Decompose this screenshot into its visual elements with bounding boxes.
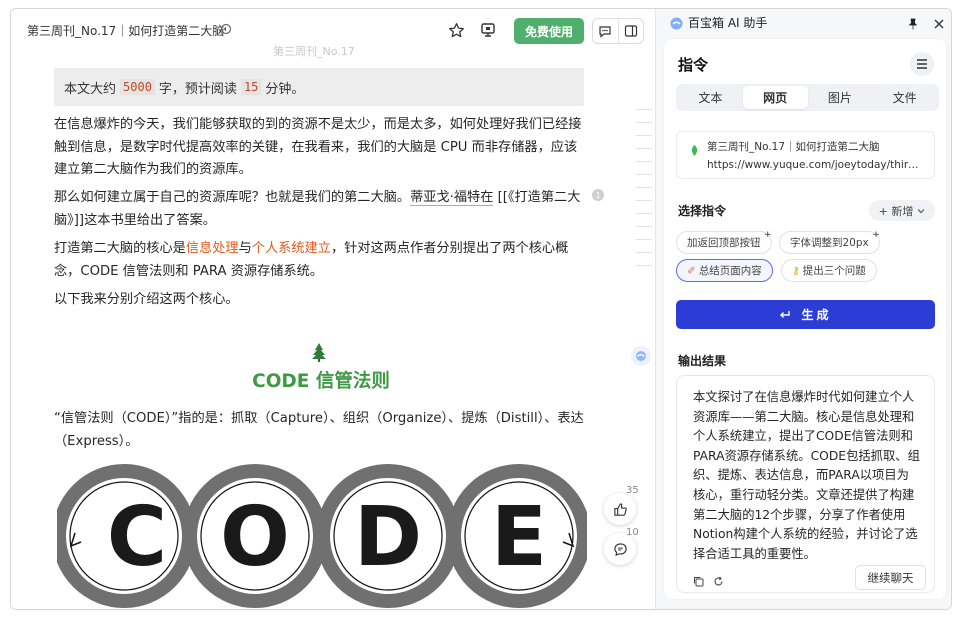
chip-summarize[interactable]: ✐ 总结页面内容: [676, 259, 773, 282]
highlight-info-processing: 信息处理: [185, 241, 239, 256]
ai-assistant-panel: 百宝箱 AI 助手 指令 文本 网页 图片 文件 第三周刊_No.17｜如何打造…: [655, 9, 951, 609]
like-button[interactable]: [604, 493, 636, 525]
code-letter-e: E: [491, 490, 547, 585]
commented-text[interactable]: 蒂亚戈·福特在: [410, 190, 494, 206]
command-card: 指令 文本 网页 图片 文件 第三周刊_No.17｜如何打造第二大脑 https…: [664, 39, 946, 599]
tab-image[interactable]: 图片: [808, 86, 873, 109]
select-command-label: 选择指令: [678, 204, 727, 218]
code-letter-o: O: [220, 490, 290, 585]
paragraph-2: 那么如何建立属于自己的资源库呢？也就是我们的第二大脑。蒂亚戈·福特在 [[《打造…: [54, 187, 586, 232]
document-pane: 第三周刊_No.17｜如何打造第二大脑 免费使用 第三周刊_No.17 本文大约…: [11, 9, 655, 609]
ghost-heading: 第三周刊_No.17: [273, 45, 355, 58]
p3-text: 打造第二大脑的核心是: [54, 241, 186, 256]
section-title: 指令: [678, 56, 709, 74]
section-heading: CODE 信管法则: [252, 371, 390, 392]
paragraph-4: 以下我来分别介绍这两个核心。: [54, 292, 239, 307]
thumbs-up-icon: [613, 502, 627, 516]
doc-title: 第三周刊_No.17｜如何打造第二大脑: [27, 24, 225, 38]
app-logo-icon: [670, 15, 683, 30]
tab-webpage[interactable]: 网页: [742, 86, 808, 109]
highlight-personal-system: 个人系统建立: [251, 241, 331, 256]
output-label: 输出结果: [678, 354, 727, 368]
yuque-leaf-icon: [690, 141, 699, 156]
key-icon: ⚷: [792, 264, 800, 277]
chip-back-to-top[interactable]: 加返回顶部按钮 +: [676, 230, 772, 254]
ai-assistant-float-icon[interactable]: [631, 346, 651, 366]
chip-label: 提出三个问题: [802, 265, 866, 277]
read-minutes: 15: [240, 79, 262, 95]
generate-label: 生成: [801, 308, 832, 322]
app-window: 第三周刊_No.17｜如何打造第二大脑 免费使用 第三周刊_No.17 本文大约…: [10, 8, 952, 610]
word-count: 5000: [120, 79, 155, 95]
copy-icon[interactable]: [693, 572, 705, 587]
chip-label: 字体调整到20px: [790, 237, 869, 249]
source-page-card: 第三周刊_No.17｜如何打造第二大脑 https://www.yuque.co…: [676, 131, 935, 179]
paragraph-1: 在信息爆炸的今天，我们能够获取的到的资源不是太少，而是太多，如何处理好我们已经接…: [54, 117, 582, 177]
enter-icon: [780, 310, 791, 318]
comment-button[interactable]: [604, 533, 636, 565]
notice-prefix: 本文大约: [64, 81, 117, 97]
sparkle-icon: ✐: [687, 264, 696, 277]
close-icon[interactable]: [933, 15, 945, 29]
pin-icon[interactable]: [907, 15, 919, 30]
source-tabs: 文本 网页 图片 文件: [676, 84, 939, 111]
paragraph-5: “信管法则（CODE）”指的是：抓取（Capture）、组织（Organize）…: [54, 411, 584, 449]
tree-icon: [310, 342, 328, 362]
code-letter-c: C: [107, 490, 167, 585]
continue-chat-button[interactable]: 继续聊天: [855, 565, 926, 590]
reading-notice: 本文大约 5000 字，预计阅读 15 分钟。: [54, 68, 584, 106]
chip-font-size[interactable]: 字体调整到20px +: [779, 230, 880, 254]
chat-bubble-icon: [613, 542, 627, 556]
output-box: 本文探讨了在信息爆炸时代如何建立个人资源库——第二大脑。核心是信息处理和个人系统…: [676, 375, 935, 593]
free-use-button[interactable]: 免费使用: [514, 18, 584, 44]
present-icon[interactable]: [479, 21, 497, 39]
view-toolbar: [592, 18, 644, 44]
toc-minimap[interactable]: [636, 109, 652, 278]
source-title: 第三周刊_No.17｜如何打造第二大脑: [707, 141, 880, 153]
notice-mid: 字，预计阅读: [158, 81, 237, 97]
regenerate-icon[interactable]: [713, 572, 725, 586]
p2-text: 那么如何建立属于自己的资源库呢？也就是我们的第二大脑。: [54, 190, 411, 205]
comment-icon[interactable]: [593, 19, 619, 43]
star-icon[interactable]: [447, 21, 465, 39]
add-command-button[interactable]: + 新增: [869, 200, 935, 221]
chip-three-questions[interactable]: ⚷ 提出三个问题: [781, 259, 877, 282]
add-command-label: + 新增: [878, 204, 914, 218]
app-name: 百宝箱 AI 助手: [688, 16, 768, 30]
sidebar-toggle-icon[interactable]: [619, 19, 644, 43]
output-text: 本文探讨了在信息爆炸时代如何建立个人资源库——第二大脑。核心是信息处理和个人系统…: [693, 390, 920, 561]
paragraph-3: 打造第二大脑的核心是信息处理与个人系统建立，针对这两点作者分别提出了两个核心概念…: [54, 238, 586, 283]
tab-text[interactable]: 文本: [678, 86, 743, 109]
panel-header: 百宝箱 AI 助手: [656, 9, 951, 35]
comment-count-badge[interactable]: 1: [592, 189, 604, 201]
source-url: https://www.yuque.com/joeytoday/thirdopt…: [707, 159, 924, 171]
sync-icon[interactable]: [219, 22, 233, 36]
generate-button[interactable]: 生成: [676, 300, 935, 329]
p3-and: 与: [238, 241, 252, 256]
tab-file[interactable]: 文件: [872, 86, 937, 109]
menu-icon[interactable]: [910, 52, 934, 76]
chip-label: 加返回顶部按钮: [687, 237, 761, 249]
chip-label: 总结页面内容: [698, 265, 762, 277]
notice-suffix: 分钟。: [265, 81, 305, 97]
code-letter-d: D: [354, 490, 422, 585]
chevron-down-icon: [917, 208, 925, 213]
code-diagram-image: C O D E: [52, 458, 591, 609]
